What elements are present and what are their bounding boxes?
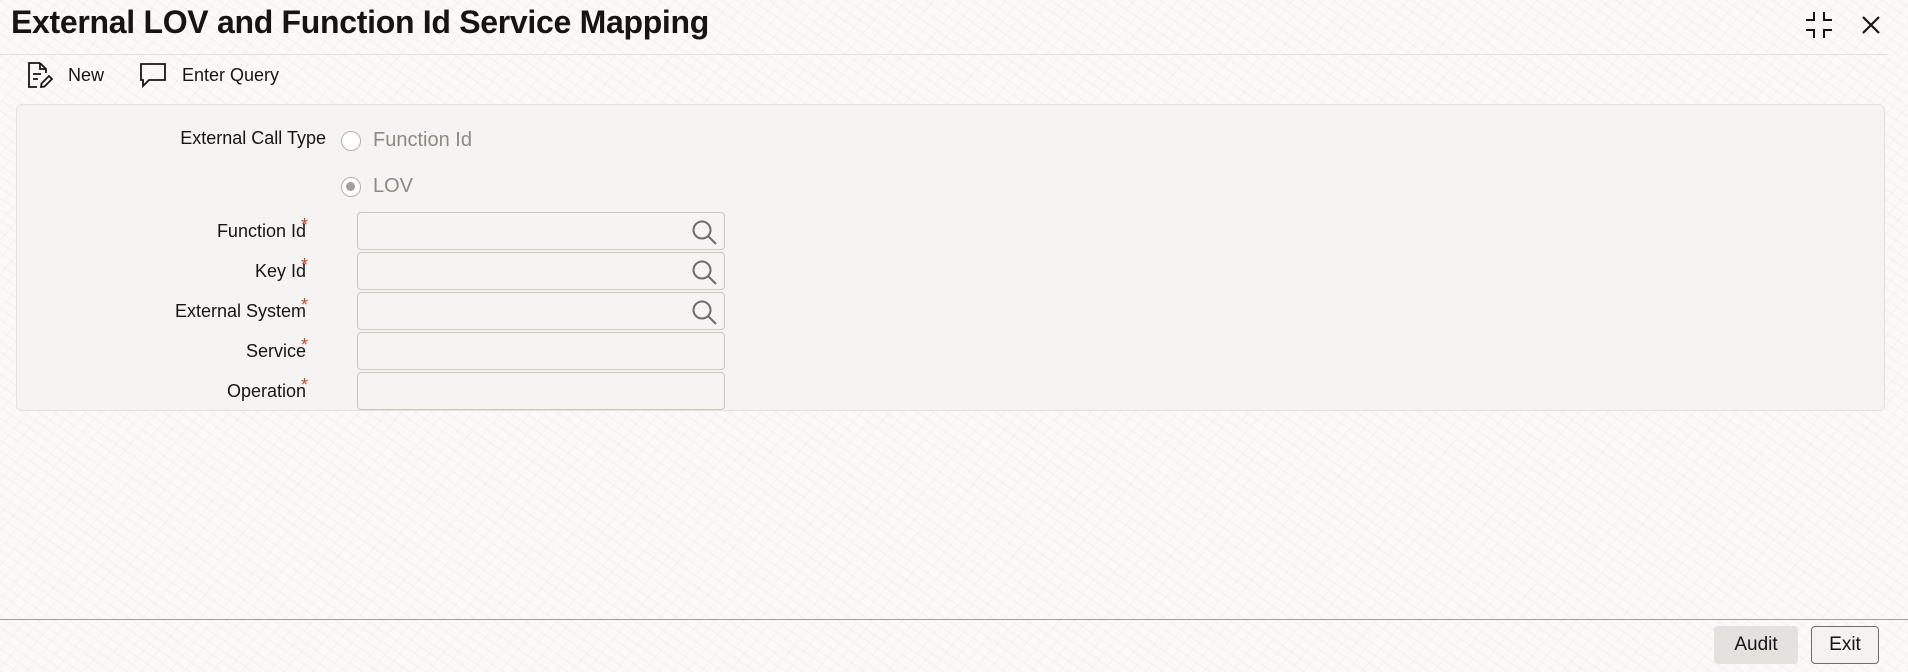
- function-id-input[interactable]: [358, 213, 724, 249]
- radio-function-id-circle[interactable]: [341, 130, 361, 151]
- function-id-label: Function Id: [216, 221, 306, 241]
- service-input[interactable]: [358, 333, 724, 369]
- page-title: External LOV and Function Id Service Map…: [11, 4, 710, 40]
- footer-divider: [0, 619, 1908, 620]
- key-id-search-icon[interactable]: [690, 258, 718, 286]
- service-required: *: [301, 335, 309, 355]
- service-label: Service: [245, 341, 306, 361]
- external-system-search-icon[interactable]: [690, 298, 718, 326]
- operation-required: *: [301, 375, 309, 395]
- external-call-type-label: External Call Type: [180, 128, 326, 148]
- external-system-label: External System: [174, 301, 306, 321]
- close-icon: [1862, 16, 1880, 34]
- new-label: New: [68, 64, 105, 85]
- toolbar: New Enter Query: [24, 60, 279, 90]
- function-id-required: *: [301, 215, 309, 235]
- collapse-icon: [1806, 12, 1832, 38]
- collapse-button[interactable]: [1802, 8, 1836, 42]
- new-document-icon: [28, 62, 54, 89]
- close-button[interactable]: [1854, 8, 1888, 42]
- radio-function-id-label: Function Id: [373, 129, 472, 151]
- form-panel: External Call Type Function Id LOV Funct…: [16, 104, 1885, 411]
- key-id-input[interactable]: [358, 253, 724, 289]
- function-id-search-icon[interactable]: [690, 218, 718, 246]
- window-controls: [1802, 8, 1888, 42]
- query-bubble-icon: [140, 63, 166, 89]
- external-system-field[interactable]: [357, 292, 725, 330]
- enter-query-button[interactable]: Enter Query: [138, 61, 279, 89]
- enter-query-label: Enter Query: [182, 64, 280, 85]
- audit-button[interactable]: Audit: [1714, 626, 1798, 664]
- external-system-required: *: [301, 295, 309, 315]
- key-id-field[interactable]: [357, 252, 725, 290]
- radio-function-id[interactable]: Function Id: [341, 129, 472, 152]
- key-id-label: Key Id: [254, 261, 306, 281]
- function-id-field[interactable]: [357, 212, 725, 250]
- operation-label: Operation: [226, 381, 306, 401]
- radio-lov-circle[interactable]: [341, 176, 361, 197]
- service-field[interactable]: [357, 332, 725, 370]
- operation-field[interactable]: [357, 372, 725, 410]
- radio-lov-label: LOV: [373, 175, 414, 197]
- new-button[interactable]: New: [24, 60, 104, 90]
- exit-button[interactable]: Exit: [1811, 626, 1879, 664]
- key-id-required: *: [301, 255, 309, 275]
- page: External LOV and Function Id Service Map…: [0, 0, 1908, 672]
- radio-lov[interactable]: LOV: [341, 175, 413, 198]
- title-divider: [0, 54, 1888, 55]
- external-system-input[interactable]: [358, 293, 724, 329]
- operation-input[interactable]: [358, 373, 724, 409]
